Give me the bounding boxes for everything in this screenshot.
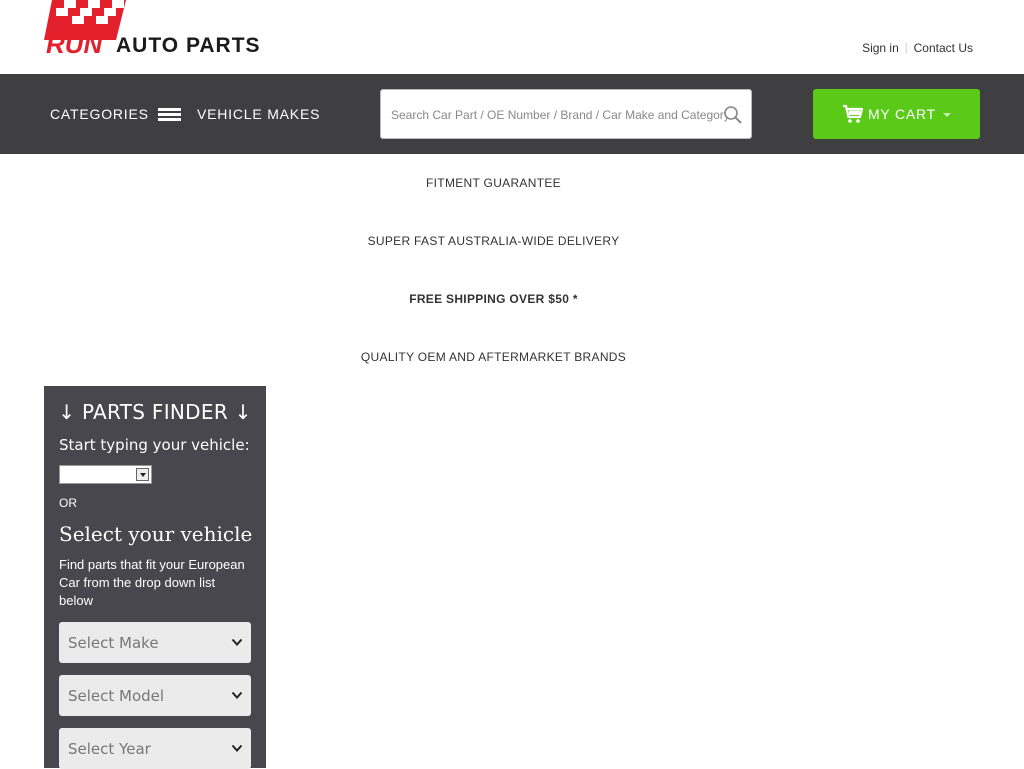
select-model-label: Select Model: [68, 686, 165, 705]
promo-brands: QUALITY OEM AND AFTERMARKET BRANDS: [360, 350, 627, 364]
vehicle-makes-menu[interactable]: VEHICLE MAKES: [197, 106, 320, 122]
logo-run: RUN: [46, 29, 104, 56]
chevron-down-icon: [231, 691, 243, 699]
cart-icon: [842, 104, 864, 123]
dropdown-arrow-icon[interactable]: [136, 468, 149, 481]
vehicle-makes-label: VEHICLE MAKES: [197, 106, 321, 122]
start-typing-label: Start typing your vehicle:: [59, 436, 250, 454]
top-links: Sign in | Contact Us: [862, 41, 973, 55]
select-make[interactable]: Select Make: [59, 622, 251, 663]
select-year-label: Select Year: [68, 739, 151, 758]
select-make-label: Select Make: [68, 633, 159, 652]
caret-down-icon: [943, 113, 952, 117]
cart-label: MY CART: [867, 106, 937, 122]
categories-menu[interactable]: CATEGORIES: [50, 106, 181, 122]
logo[interactable]: RUN AUTO PARTS: [44, 0, 284, 56]
chevron-down-icon: [231, 638, 243, 646]
hamburger-icon: [157, 107, 181, 121]
contact-us-link[interactable]: Contact Us: [914, 41, 973, 55]
vehicle-typeahead-select[interactable]: [59, 465, 152, 484]
chevron-down-icon: [231, 744, 243, 752]
or-label: OR: [59, 496, 77, 510]
parts-finder-title: ↓ PARTS FINDER ↓: [58, 400, 252, 424]
categories-label: CATEGORIES: [50, 106, 149, 122]
finder-description: Find parts that fit your European Car fr…: [59, 557, 245, 608]
select-year[interactable]: Select Year: [59, 728, 251, 769]
main-navbar: CATEGORIES VEHICLE MAKES MY CART: [0, 74, 1024, 154]
promo-free-shipping: FREE SHIPPING OVER $50 *: [409, 292, 578, 306]
search-input[interactable]: [389, 90, 729, 140]
search-box: [380, 89, 752, 140]
logo-auto-parts: AUTO PARTS: [116, 34, 261, 56]
sign-in-link[interactable]: Sign in: [862, 41, 899, 55]
link-separator: |: [904, 42, 908, 54]
promo-delivery: SUPER FAST AUSTRALIA-WIDE DELIVERY: [367, 234, 620, 248]
select-vehicle-heading: Select your vehicle: [59, 522, 253, 546]
parts-finder-panel: ↓ PARTS FINDER ↓ Start typing your vehic…: [44, 386, 266, 769]
promo-fitment: FITMENT GUARANTEE: [426, 176, 561, 190]
my-cart-button[interactable]: MY CART: [813, 89, 980, 139]
select-model[interactable]: Select Model: [59, 675, 251, 716]
search-icon[interactable]: [723, 105, 743, 125]
